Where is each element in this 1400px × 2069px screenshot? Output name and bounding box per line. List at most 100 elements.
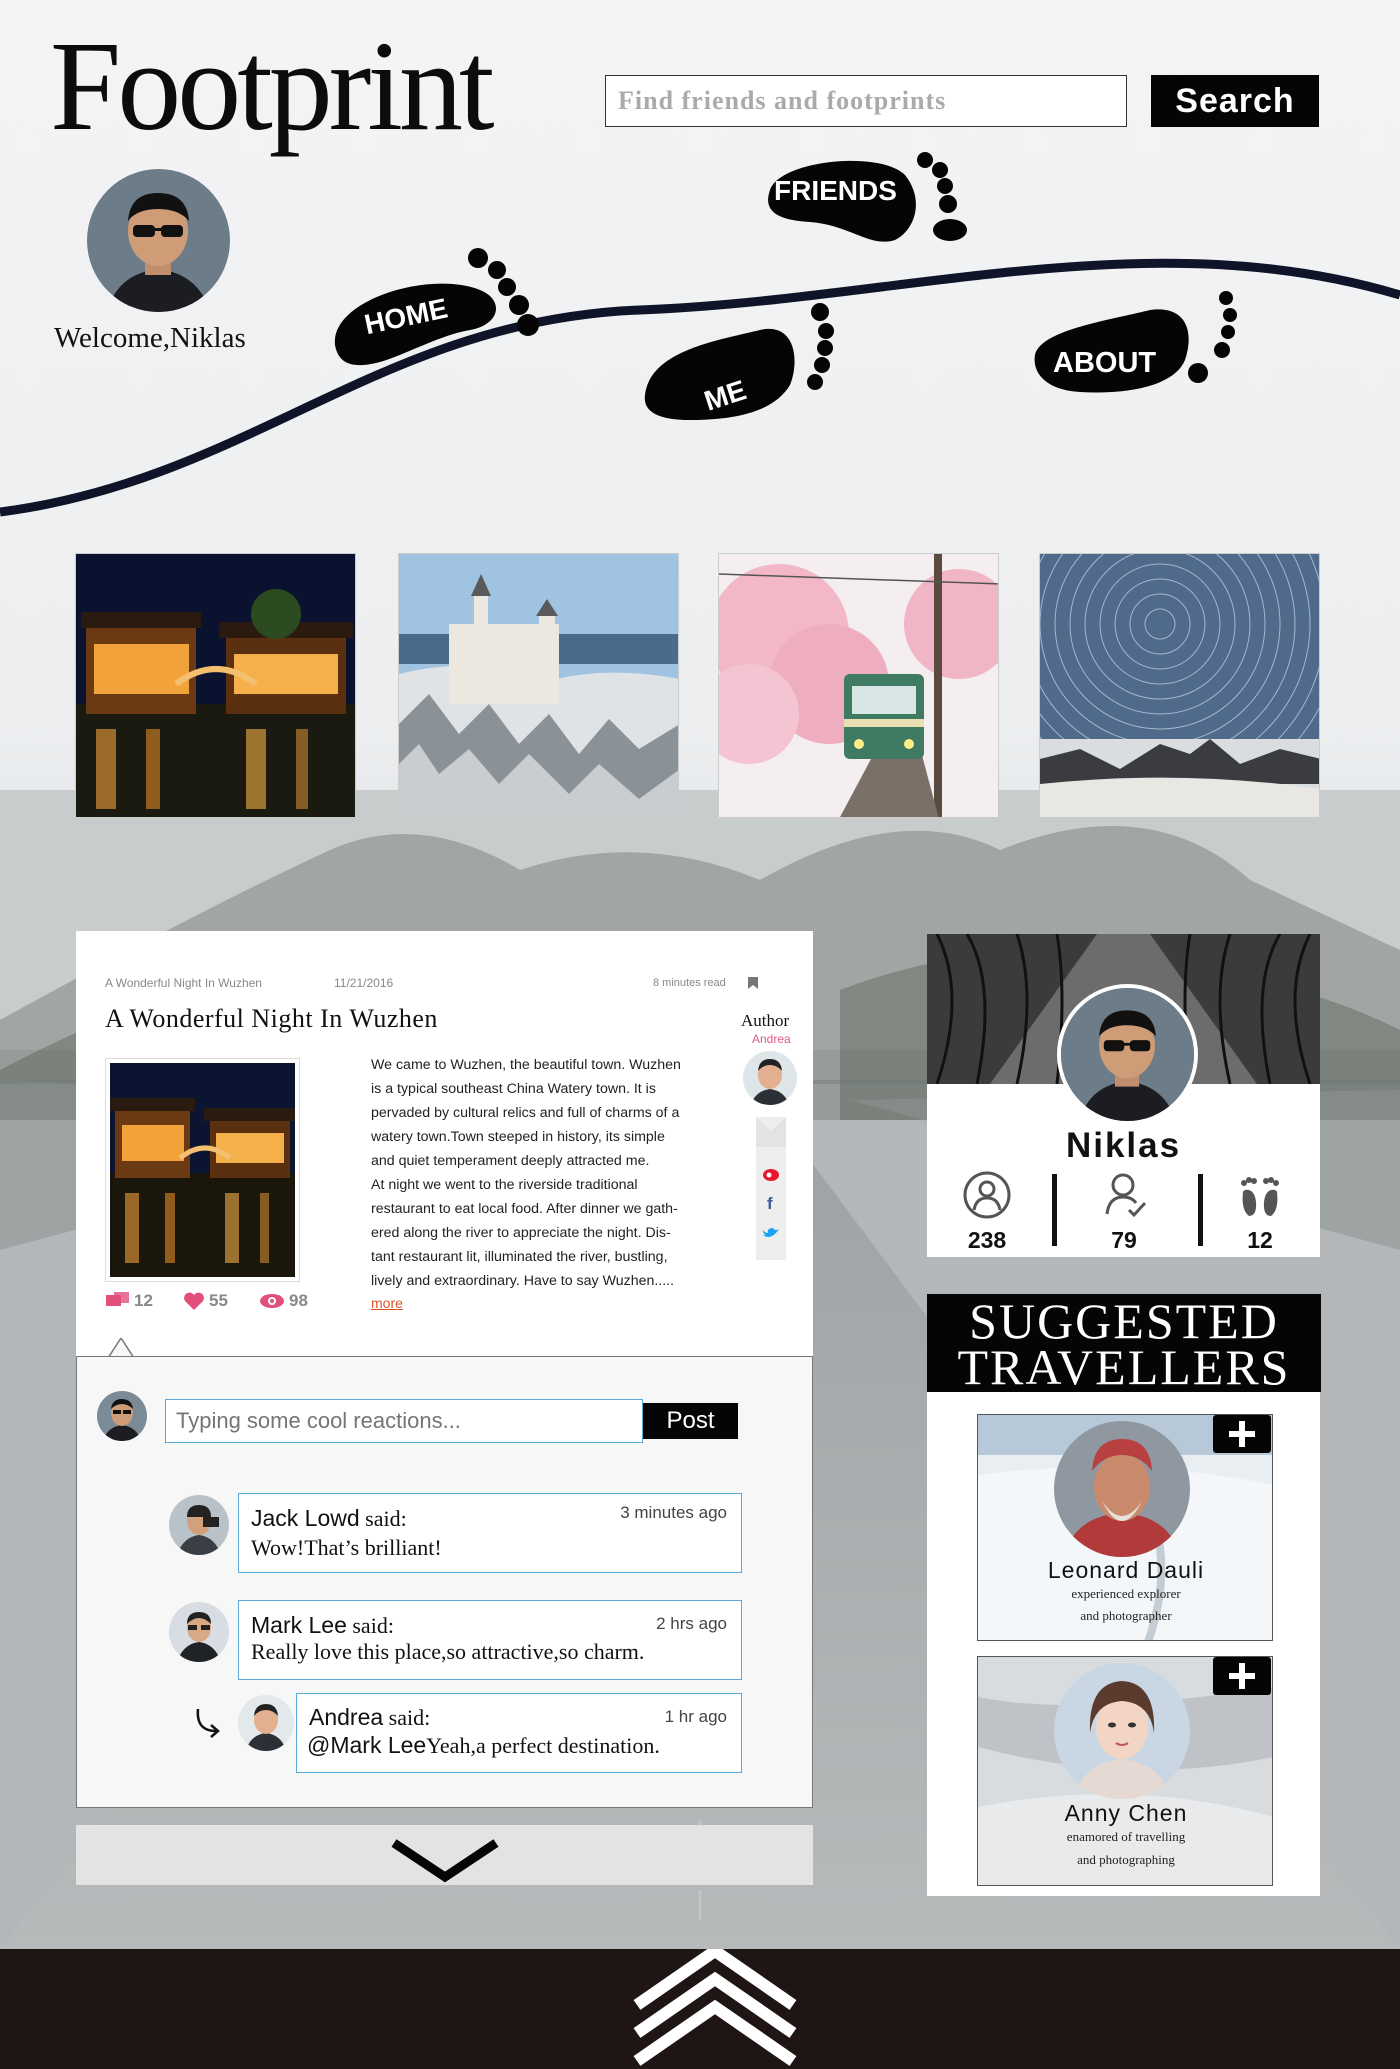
comment-card: Jack Lowd said: 3 minutes ago Wow!That’s…	[238, 1493, 742, 1573]
mention-link[interactable]: @Mark Lee	[307, 1732, 426, 1758]
comment-time: 2 hrs ago	[656, 1614, 727, 1633]
comment-text: Wow!That’s brilliant!	[251, 1535, 442, 1560]
nav-me[interactable]: ME	[644, 303, 834, 420]
footprints-count: 12	[1247, 1227, 1273, 1253]
current-user-avatar[interactable]	[97, 1391, 147, 1441]
profile-name[interactable]: Niklas	[927, 1126, 1320, 1166]
comment-input[interactable]	[165, 1399, 643, 1443]
comments-section: Post Jack Lowd said: 3 minutes ago Wow!T…	[76, 1356, 813, 1808]
suggested-travellers-heading: SUGGESTED TRAVELLERS	[927, 1294, 1321, 1392]
article-card: A Wonderful Night In Wuzhen 11/21/2016 8…	[76, 931, 813, 1356]
reply-author[interactable]: Andrea said:	[309, 1704, 430, 1731]
suggested-travellers-list: Leonard Dauli experienced explorer and p…	[927, 1392, 1320, 1896]
comment-author[interactable]: Mark Lee said:	[251, 1612, 394, 1639]
user-check-icon	[1105, 1173, 1147, 1218]
reply-time: 1 hr ago	[664, 1707, 727, 1726]
suggested-title-line2: TRAVELLERS	[957, 1339, 1291, 1395]
article-line: pervaded by cultural relics and full of …	[371, 1105, 680, 1121]
nav-friends-label: FRIENDS	[774, 175, 897, 206]
traveller-desc: and photographer	[1080, 1608, 1172, 1623]
article-line: tant restaurant lit, illuminated the riv…	[371, 1249, 668, 1265]
plus-icon	[1229, 1421, 1255, 1447]
eye-icon	[260, 1294, 284, 1308]
author-name[interactable]: Andrea	[752, 1032, 791, 1046]
commenter-avatar[interactable]	[169, 1602, 229, 1662]
chevron-down-icon	[391, 1839, 499, 1883]
article-breadcrumb[interactable]: A Wonderful Night In Wuzhen	[105, 976, 262, 990]
traveller-desc: and photographing	[1077, 1852, 1175, 1867]
traveller-card[interactable]: Anny Chen enamored of travelling and pho…	[977, 1656, 1273, 1886]
comments-stat[interactable]: 12	[106, 1291, 153, 1311]
nav-about-label: ABOUT	[1053, 347, 1156, 379]
plus-icon	[1229, 1663, 1255, 1689]
followers-stat[interactable]: 238	[942, 1170, 1032, 1254]
traveller-avatar[interactable]	[1054, 1663, 1190, 1799]
comment-text: Really love this place,so attractive,so …	[251, 1639, 645, 1664]
traveller-card[interactable]: Leonard Dauli experienced explorer and p…	[977, 1414, 1273, 1641]
views-count: 98	[289, 1291, 308, 1310]
following-count: 79	[1111, 1227, 1137, 1253]
article-line: is a typical southeast China Watery town…	[371, 1081, 656, 1097]
comment-card: Mark Lee said: 2 hrs ago Really love thi…	[238, 1600, 742, 1680]
add-traveller-button[interactable]	[1213, 1657, 1271, 1695]
facebook-icon[interactable]: f	[767, 1194, 773, 1213]
profile-avatar[interactable]	[1057, 984, 1198, 1125]
stat-divider	[1198, 1174, 1203, 1246]
search-input[interactable]	[605, 75, 1127, 127]
profile-card: Niklas 238 79 12	[927, 934, 1320, 1257]
likes-stat[interactable]: 55	[183, 1291, 228, 1311]
reply-avatar[interactable]	[238, 1695, 294, 1751]
reply-arrow-icon	[196, 1708, 220, 1738]
commenter-avatar[interactable]	[169, 1495, 229, 1555]
article-line: lively and extraordinary. Have to say Wu…	[371, 1273, 675, 1289]
add-traveller-button[interactable]	[1213, 1415, 1271, 1453]
author-label: Author	[741, 1011, 790, 1030]
bookmark-icon[interactable]	[748, 976, 758, 989]
followers-count: 238	[967, 1227, 1007, 1253]
post-button[interactable]: Post	[643, 1403, 738, 1439]
footprint-nav: HOME FRIENDS ME ABOUT	[0, 152, 1400, 517]
back-to-top-button[interactable]	[633, 1943, 797, 2069]
comment-time: 3 minutes ago	[620, 1503, 727, 1522]
nav-about[interactable]: ABOUT	[1034, 291, 1237, 393]
share-bar: f	[756, 1117, 786, 1260]
likes-count: 55	[209, 1291, 228, 1310]
article-line: watery town.Town steeped in history, its…	[371, 1129, 665, 1145]
article-title[interactable]: A Wonderful Night In Wuzhen	[105, 1004, 438, 1034]
comment-author[interactable]: Jack Lowd said:	[251, 1505, 407, 1532]
weibo-icon[interactable]	[763, 1169, 779, 1181]
search-button[interactable]: Search	[1151, 75, 1319, 127]
gallery-photo-star-trails[interactable]	[1039, 553, 1320, 818]
twitter-icon[interactable]	[763, 1228, 779, 1237]
comment-pointer	[108, 1338, 134, 1358]
footer	[0, 1943, 1400, 2069]
comment-icon	[106, 1292, 129, 1306]
user-icon	[963, 1171, 1011, 1219]
load-more-button[interactable]	[76, 1825, 813, 1885]
suggested-title-line1: SUGGESTED	[969, 1293, 1279, 1349]
following-stat[interactable]: 79	[1079, 1170, 1169, 1254]
read-time: 8 minutes read	[653, 977, 726, 989]
logo[interactable]: Footprint	[50, 22, 494, 150]
footprints-stat[interactable]: 12	[1215, 1170, 1305, 1254]
gallery-photo-train[interactable]	[718, 553, 999, 818]
more-link[interactable]: more	[371, 1295, 403, 1311]
article-line: restaurant to eat local food. After dinn…	[371, 1201, 678, 1217]
article-photo[interactable]	[105, 1058, 300, 1282]
comments-count: 12	[134, 1291, 153, 1310]
reply-text: @Mark LeeYeah,a perfect destination.	[307, 1732, 660, 1758]
nav-friends[interactable]: FRIENDS	[768, 152, 967, 242]
gallery-photo-wuzhen[interactable]	[75, 553, 356, 818]
traveller-avatar[interactable]	[1054, 1421, 1190, 1557]
gallery-photo-castle[interactable]	[398, 553, 679, 818]
article-line: ered along the river to appreciate the n…	[371, 1225, 671, 1241]
article-line: At night we went to the riverside tradit…	[371, 1177, 638, 1193]
article-line: We came to Wuzhen, the beautiful town. W…	[371, 1057, 681, 1073]
footprint-icon	[1241, 1177, 1279, 1216]
chevrons-up-icon	[633, 1943, 797, 2066]
svg-text:f: f	[767, 1194, 773, 1213]
heart-icon	[184, 1292, 204, 1310]
author-avatar[interactable]	[743, 1051, 797, 1105]
views-stat[interactable]: 98	[259, 1291, 308, 1311]
reply-card: Andrea said: 1 hr ago @Mark LeeYeah,a pe…	[296, 1693, 742, 1773]
